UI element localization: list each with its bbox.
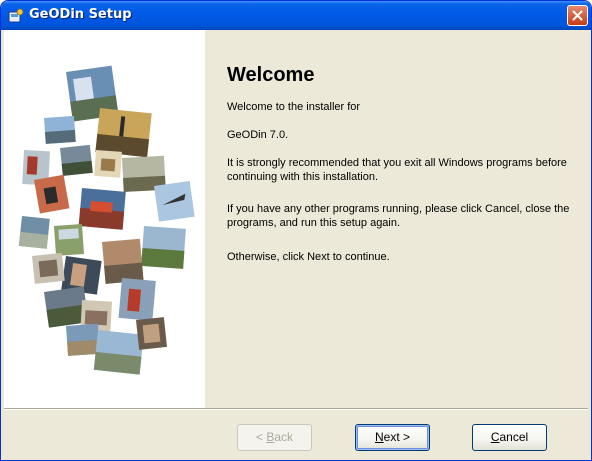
back-button[interactable]: < Back [237, 424, 312, 451]
next-label-rest: ext > [383, 430, 411, 444]
window-title: GeODin Setup [29, 7, 132, 22]
intro-text: Welcome to the installer for [227, 101, 361, 113]
running-text: If you have any other programs running, … [227, 203, 570, 229]
side-banner [4, 30, 205, 408]
back-label-rest: ack [274, 430, 294, 444]
cancel-label-rest: ancel [499, 430, 529, 444]
recommend-text: It is strongly recommended that you exit… [227, 157, 567, 183]
close-button[interactable] [567, 5, 588, 26]
title-bar[interactable]: GeODin Setup [1, 1, 591, 30]
button-divider [4, 408, 588, 410]
next-label-accel: N [374, 430, 384, 444]
cancel-button[interactable]: Cancel [472, 424, 547, 451]
welcome-content: Welcome Welcome to the installer for GeO… [205, 30, 588, 408]
otherwise-text: Otherwise, click Next to continue. [227, 251, 390, 263]
photo-collage-image [18, 65, 195, 375]
next-button[interactable]: Next > [355, 424, 430, 451]
setup-window: GeODin Setup Welcome Welcome to the inst… [0, 0, 592, 461]
close-icon [572, 10, 583, 21]
welcome-heading: Welcome [227, 64, 315, 86]
product-text: GeODin 7.0. [227, 129, 289, 141]
installer-icon [8, 8, 24, 23]
back-label-prefix: < [255, 430, 267, 444]
